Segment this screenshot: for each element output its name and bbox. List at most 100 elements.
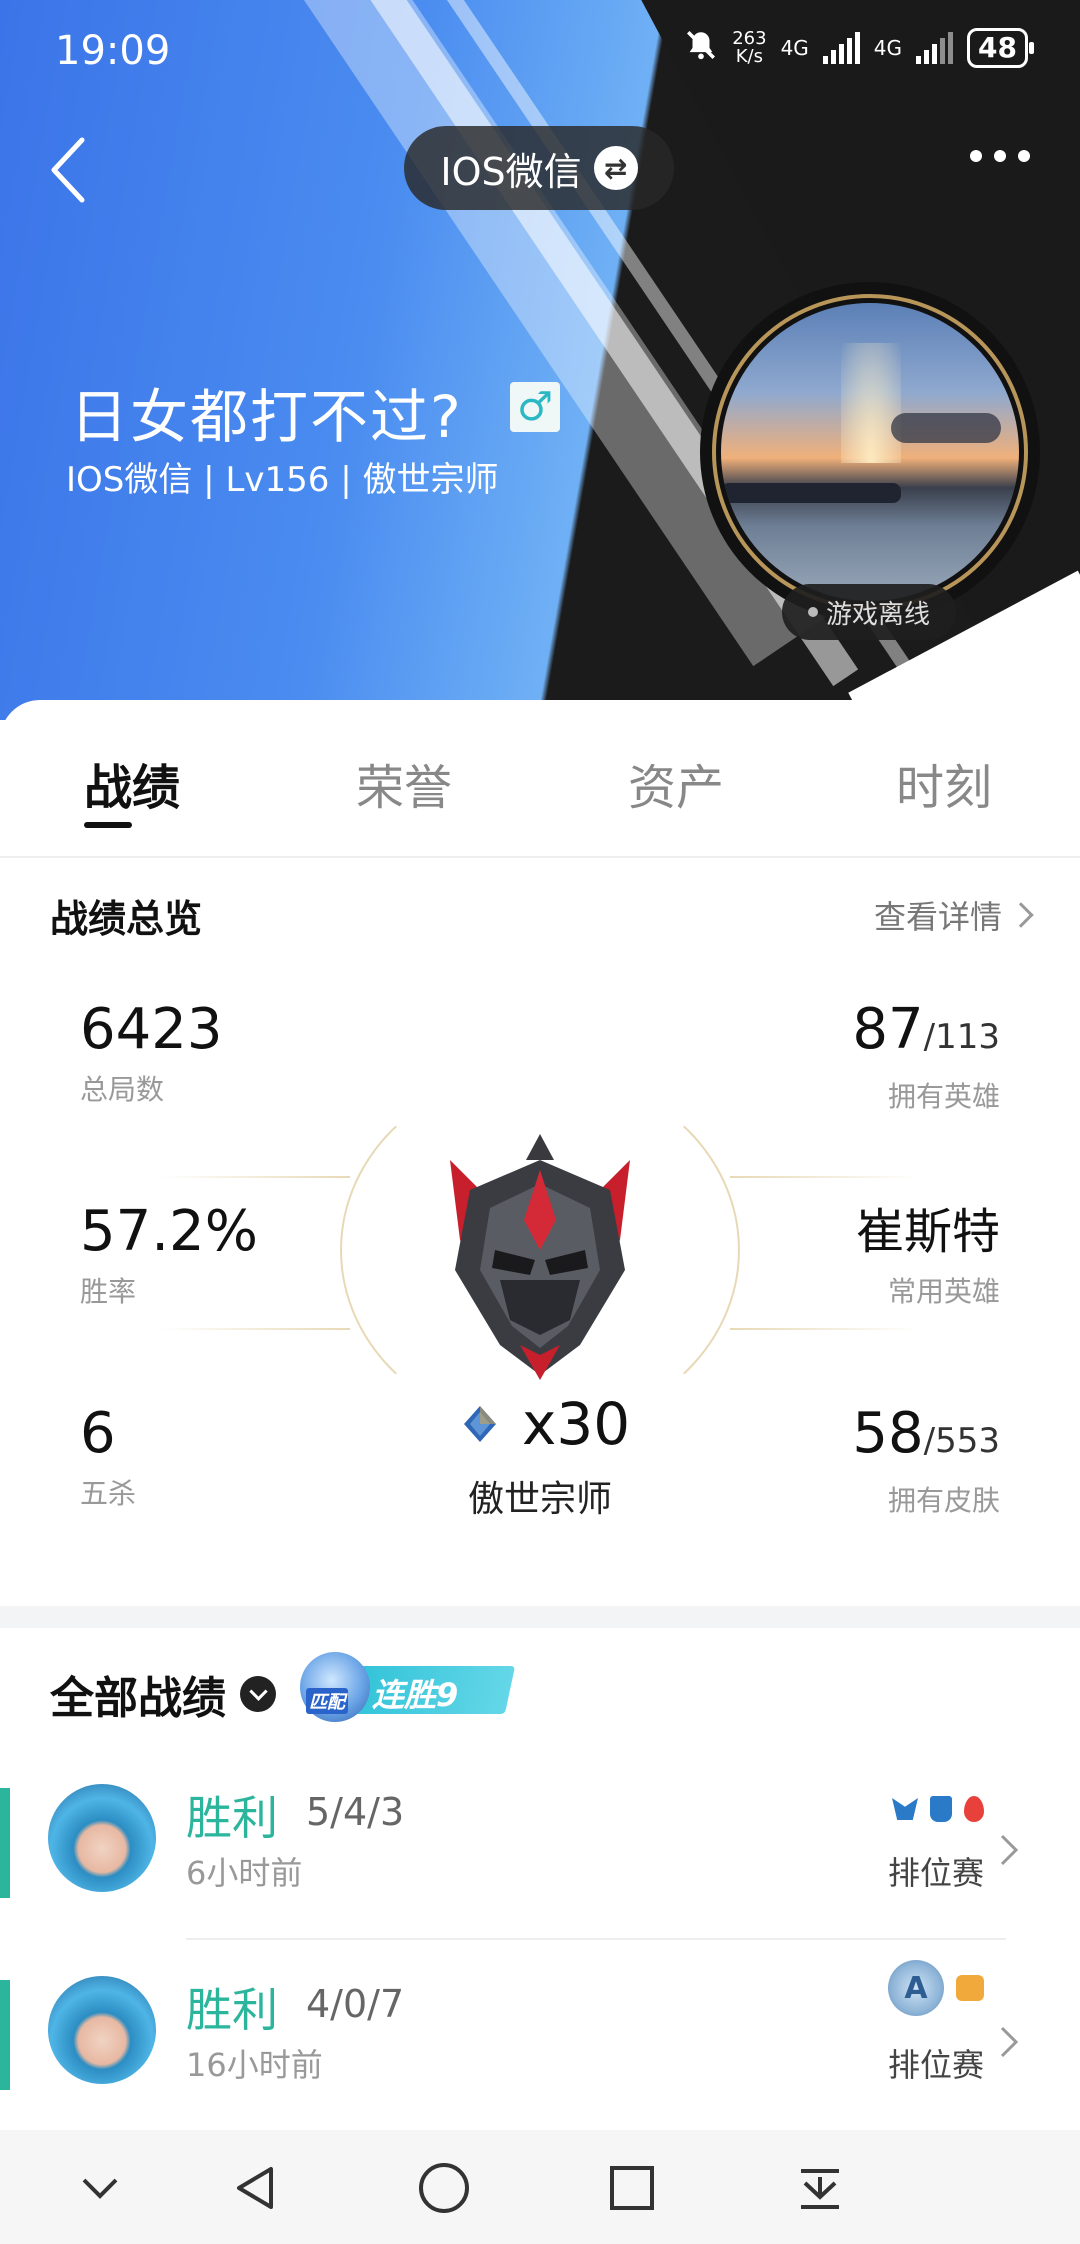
- avatar-image: [721, 303, 1019, 601]
- chevron-right-icon: [1000, 1834, 1019, 1866]
- more-options-button[interactable]: [970, 150, 1030, 162]
- win-indicator-bar: [0, 1788, 10, 1898]
- hero-avatar: [48, 1784, 156, 1892]
- match-badges: A: [888, 1960, 984, 2016]
- stat-common-hero: 崔斯特 常用英雄: [856, 1202, 1000, 1310]
- rank-stars-value: x30: [522, 1390, 631, 1458]
- streak-mode-label: 匹配: [306, 1688, 348, 1714]
- stat-label: 胜率: [80, 1275, 137, 1308]
- skins-owned-count: 58: [852, 1401, 924, 1466]
- collapse-button[interactable]: [68, 2156, 132, 2220]
- avatar-cloud: [891, 413, 1001, 443]
- overview-title: 战绩总览: [50, 897, 203, 941]
- match-mode: 排位赛: [887, 1854, 984, 1892]
- stat-value: 57.2%: [80, 1199, 258, 1264]
- dot: [970, 150, 982, 162]
- match-mode: 排位赛: [887, 2046, 984, 2084]
- stat-value: 6423: [80, 997, 223, 1062]
- stat-value: 58/553: [852, 1404, 1000, 1471]
- signal-strength-icon: [822, 32, 860, 64]
- triangle-back-icon: [237, 2167, 273, 2209]
- net-speed: 263 K/s: [732, 28, 767, 67]
- back-button[interactable]: [40, 130, 100, 210]
- stat-label: 常用英雄: [887, 1275, 1000, 1308]
- status-bar: 19:09 263 K/s 4G 4G 48: [0, 0, 1080, 100]
- match-time: 6小时前: [186, 1854, 303, 1892]
- stat-heroes-owned: 87/113 拥有英雄: [852, 1000, 1000, 1115]
- tab-bar: 战绩 荣誉 资产 时刻: [0, 700, 1080, 858]
- heroes-owned-count: 87: [852, 997, 924, 1062]
- nav-home-button[interactable]: [412, 2156, 476, 2220]
- player-name: 日女都打不过?: [70, 383, 463, 451]
- rank-emblem-icon: [450, 1134, 630, 1380]
- view-details-label: 查看详情: [873, 898, 1002, 936]
- avatar-sunlight: [841, 343, 901, 463]
- network-4g-label-2: 4G: [873, 36, 903, 60]
- heroes-total: /113: [923, 1017, 1000, 1057]
- tab-active-indicator: [84, 822, 132, 828]
- dot: [1018, 150, 1030, 162]
- nav-back-button[interactable]: [224, 2156, 288, 2220]
- nav-recents-button[interactable]: [600, 2156, 664, 2220]
- chevron-right-icon: [1008, 902, 1034, 928]
- match-row[interactable]: 胜利 5/4/3 6小时前 排位赛: [0, 1728, 1080, 1940]
- stat-label: 拥有英雄: [887, 1080, 1000, 1113]
- stat-value: 6: [80, 1401, 116, 1466]
- mute-bell-icon: [684, 28, 718, 68]
- male-gender-icon: ♂: [510, 382, 560, 432]
- all-records-title: 全部战绩: [50, 1673, 226, 1724]
- stat-value: 崔斯特: [855, 1204, 1000, 1260]
- status-dot-icon: [807, 607, 818, 617]
- pull-down-icon: [801, 2169, 839, 2209]
- section-divider: [0, 1606, 1080, 1628]
- rank-frame-line: [160, 1328, 350, 1330]
- back-arrow-icon: [51, 137, 85, 203]
- coin-icon: [956, 1975, 984, 2001]
- stat-value: 87/113: [852, 1000, 1000, 1067]
- win-indicator-bar: [0, 1980, 10, 2090]
- online-status-label: 游戏离线: [825, 599, 930, 630]
- online-status-badge: 游戏离线: [782, 584, 956, 640]
- tab-honor[interactable]: 荣誉: [356, 748, 452, 818]
- hero-avatar: [48, 1976, 156, 2084]
- match-kda: 5/4/3: [306, 1790, 405, 1834]
- stat-total-games: 6423 总局数: [80, 1000, 223, 1108]
- stat-label: 总局数: [80, 1073, 165, 1106]
- switch-arrows-icon: ⇄: [593, 146, 638, 190]
- all-records-filter[interactable]: 全部战绩: [50, 1662, 276, 1726]
- trophy-icon: [930, 1796, 952, 1822]
- avatar[interactable]: [700, 282, 1040, 622]
- chevron-down-icon: [240, 1676, 276, 1712]
- network-4g-label: 4G: [780, 36, 809, 60]
- match-kda: 4/0/7: [306, 1982, 405, 2026]
- avatar-frame: [712, 294, 1028, 610]
- dot: [994, 150, 1006, 162]
- signal-strength-icon-2: [916, 32, 954, 64]
- chevron-right-icon: [1000, 2026, 1019, 2058]
- win-streak-badge: 连胜9 匹配: [300, 1652, 516, 1722]
- tab-assets[interactable]: 资产: [628, 748, 724, 818]
- platform-switch-button[interactable]: IOS微信 ⇄: [404, 126, 674, 210]
- rank-frame-line: [730, 1328, 920, 1330]
- blood-drop-icon: [964, 1796, 984, 1822]
- view-details-link[interactable]: 查看详情: [873, 892, 1034, 938]
- content-card: 战绩 荣誉 资产 时刻 战绩总览 查看详情 6423 总局数 57.2% 胜率 …: [0, 700, 1080, 2200]
- player-meta: IOS微信 | Lv156 | 傲世宗师: [66, 460, 499, 500]
- platform-label: IOS微信: [440, 149, 582, 194]
- rank-star-icon: [464, 1406, 496, 1442]
- match-row[interactable]: 胜利 4/0/7 16小时前 A 排位赛: [0, 1920, 1080, 2132]
- rank-frame-line: [730, 1176, 920, 1178]
- match-result: 胜利: [186, 1983, 278, 2037]
- rank-frame-line: [160, 1176, 350, 1178]
- square-recents-icon: [610, 2166, 654, 2210]
- match-badges: [892, 1796, 984, 1822]
- a-grade-icon: A: [888, 1960, 944, 2016]
- tab-records[interactable]: 战绩: [84, 748, 180, 818]
- rank-stars: x30: [462, 1390, 630, 1458]
- status-time: 19:09: [55, 28, 171, 74]
- notification-pull-button[interactable]: [788, 2156, 852, 2220]
- tab-moments[interactable]: 时刻: [896, 748, 992, 818]
- rank-name: 傲世宗师: [467, 1479, 612, 1520]
- mvp-wing-icon: [892, 1798, 918, 1820]
- circle-home-icon: [419, 2163, 469, 2213]
